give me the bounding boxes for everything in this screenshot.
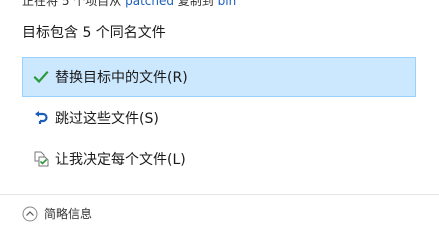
status-prefix: 正在将 5 个项目从 — [22, 0, 126, 8]
replace-files-option[interactable]: 替换目标中的文件(R) — [22, 57, 416, 97]
checkmark-icon — [33, 69, 49, 85]
skip-arrow-icon — [33, 110, 49, 126]
fewer-details-label: 简略信息 — [44, 207, 93, 221]
copy-status-line: 正在将 5 个项目从 patched 复制到 bin — [22, 0, 236, 8]
source-folder-link[interactable]: patched — [125, 0, 174, 8]
file-conflict-dialog: 正在将 5 个项目从 patched 复制到 bin 目标包含 5 个同名文件 … — [0, 0, 439, 230]
destination-folder-link[interactable]: bin — [218, 0, 237, 8]
footer-divider — [0, 194, 439, 195]
skip-files-option[interactable]: 跳过这些文件(S) — [22, 98, 416, 138]
skip-files-label: 跳过这些文件(S) — [55, 111, 159, 127]
status-middle: 复制到 — [173, 0, 218, 8]
conflict-headline: 目标包含 5 个同名文件 — [22, 25, 166, 41]
replace-files-label: 替换目标中的文件(R) — [55, 70, 188, 86]
decide-each-file-label: 让我决定每个文件(L) — [55, 152, 186, 168]
decide-each-file-option[interactable]: 让我决定每个文件(L) — [22, 139, 416, 179]
decide-files-icon — [33, 151, 49, 167]
fewer-details-toggle[interactable]: 简略信息 — [22, 205, 92, 222]
chevron-up-circle-icon — [22, 206, 38, 222]
